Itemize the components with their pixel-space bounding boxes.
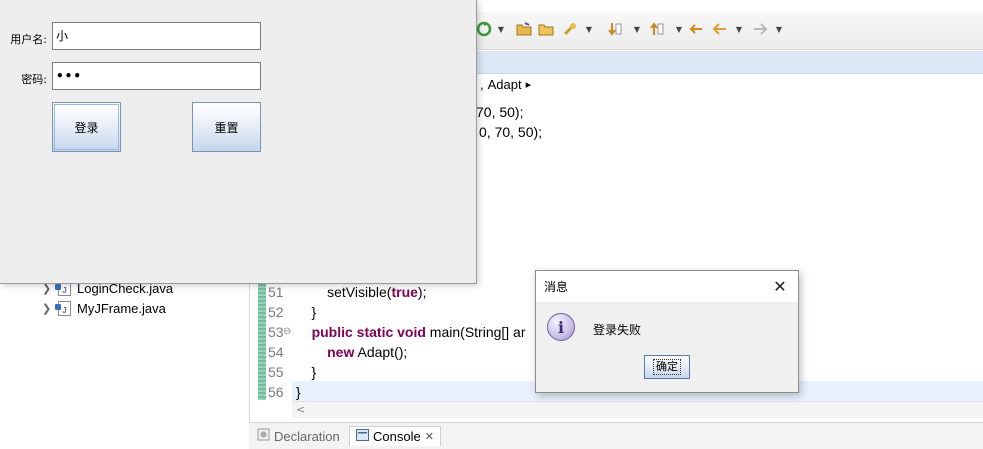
tab-label: Console	[373, 429, 421, 444]
dropdown-arrow-icon[interactable]: ▼	[496, 18, 506, 40]
password-field[interactable]: •••	[52, 62, 261, 90]
dropdown-arrow-icon[interactable]: ▼	[774, 18, 784, 40]
code-keyword: new	[327, 344, 355, 360]
code-text: main(String[] ar	[425, 324, 526, 340]
ok-button[interactable]: 确定	[644, 355, 690, 379]
message-dialog: 消息 ✕ i 登录失败 确定	[535, 270, 799, 393]
tab-declaration[interactable]: Declaration	[257, 428, 340, 444]
search-tool-icon[interactable]	[562, 18, 578, 40]
code-line: }	[296, 382, 301, 402]
login-window: 用户名: 小 密码: ••• 登录 重置	[0, 0, 477, 284]
line-number: 56	[268, 384, 284, 400]
line-number: 55	[268, 364, 284, 380]
code-text: }	[296, 384, 301, 400]
scroll-left-icon[interactable]: <	[296, 403, 305, 416]
console-icon	[356, 429, 369, 444]
reset-button[interactable]: 重置	[192, 102, 261, 152]
code-line: setVisible(true);	[296, 282, 426, 302]
next-annotation-icon[interactable]	[608, 18, 622, 40]
java-file-icon: J	[55, 300, 71, 316]
dropdown-arrow-icon[interactable]: ▼	[584, 18, 594, 40]
close-icon[interactable]: ✕	[425, 430, 434, 443]
line-number: 52	[268, 304, 284, 320]
code-text: Adapt();	[354, 344, 408, 360]
breadcrumb-item-adapt[interactable]: Adapt	[488, 77, 522, 92]
dropdown-arrow-icon[interactable]: ▼	[632, 18, 642, 40]
password-label: 密码:	[21, 73, 47, 86]
declaration-icon	[257, 428, 270, 444]
breadcrumb: , Adapt ▸	[480, 77, 531, 92]
code-keyword: public static void	[311, 324, 426, 340]
dialog-title-bar: 消息	[536, 271, 798, 302]
horizontal-scrollbar[interactable]: <	[292, 401, 983, 418]
back-arrow-icon[interactable]	[712, 18, 728, 40]
bottom-panel-tabs: Declaration Console ✕	[249, 422, 983, 449]
tab-console[interactable]: Console ✕	[349, 426, 441, 446]
breadcrumb-bar	[476, 51, 983, 74]
code-line-partial: 70, 50);	[476, 104, 524, 120]
username-label: 用户名:	[10, 33, 47, 46]
refresh-icon[interactable]	[476, 18, 492, 40]
dialog-message: 登录失败	[593, 323, 642, 337]
code-line: new Adapt();	[296, 342, 407, 362]
ok-button-label: 确定	[653, 359, 681, 375]
open-type-icon[interactable]	[516, 18, 532, 40]
code-line: }	[296, 302, 317, 322]
code-line: public static void main(String[] ar	[296, 322, 526, 342]
open-folder-icon[interactable]	[538, 18, 554, 40]
fold-toggle-icon[interactable]: ⊖	[283, 322, 291, 342]
code-line-partial: 0, 70, 50);	[479, 124, 543, 140]
prev-annotation-icon[interactable]	[650, 18, 664, 40]
chevron-right-icon[interactable]: ❯	[42, 302, 52, 315]
tab-label: Declaration	[274, 428, 340, 444]
line-number: 54	[268, 344, 284, 360]
code-keyword: true	[391, 284, 418, 300]
dropdown-arrow-icon[interactable]: ▼	[734, 18, 744, 40]
close-icon[interactable]: ✕	[771, 277, 789, 296]
code-line: }	[296, 362, 317, 382]
line-number: 51	[268, 284, 284, 300]
breadcrumb-arrow-icon[interactable]: ▸	[526, 78, 532, 91]
code-text: }	[296, 304, 317, 320]
code-text: }	[296, 364, 317, 380]
package-item-myjframe[interactable]: ❯ J MyJFrame.java	[42, 299, 166, 317]
login-button[interactable]: 登录	[52, 102, 121, 152]
info-icon: i	[547, 313, 575, 341]
package-item-label: MyJFrame.java	[77, 300, 166, 316]
dropdown-arrow-icon[interactable]: ▼	[674, 18, 684, 40]
code-text: setVisible(	[296, 284, 392, 300]
breadcrumb-separator: ,	[480, 77, 484, 92]
username-field[interactable]: 小	[52, 22, 261, 50]
last-edit-icon[interactable]	[688, 18, 704, 40]
forward-arrow-icon[interactable]	[752, 18, 768, 40]
dialog-title: 消息	[544, 280, 569, 294]
change-ruler	[258, 282, 266, 400]
code-text: );	[417, 284, 427, 300]
eclipse-toolbar: ▼ ▼ ▼ ▼ ▼ ▼	[476, 12, 983, 50]
